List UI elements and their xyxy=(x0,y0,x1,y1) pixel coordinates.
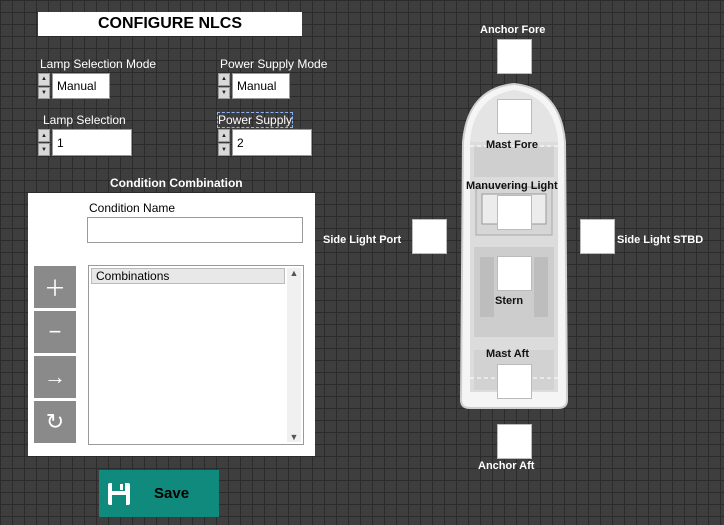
lamp-selection-value[interactable]: 1 xyxy=(52,129,132,156)
manuvering-light[interactable] xyxy=(497,195,532,230)
save-button[interactable]: Save xyxy=(99,470,219,517)
spin-down-icon[interactable]: ▼ xyxy=(218,86,230,99)
power-supply-control[interactable]: ▲ ▼ 2 xyxy=(218,129,312,156)
stern-label: Stern xyxy=(495,295,524,307)
spin-down-icon[interactable]: ▼ xyxy=(38,143,50,156)
scroll-up-icon[interactable]: ▲ xyxy=(290,268,299,278)
lamp-selection-mode-control[interactable]: ▲ ▼ Manual xyxy=(38,73,110,99)
spin-up-icon[interactable]: ▲ xyxy=(218,73,230,86)
combinations-list[interactable]: Combinations ▲ ▼ xyxy=(88,265,304,445)
scroll-down-icon[interactable]: ▼ xyxy=(290,432,299,442)
power-supply-value[interactable]: 2 xyxy=(232,129,312,156)
side-light-stbd-label: Side Light STBD xyxy=(617,234,704,246)
spin-down-icon[interactable]: ▼ xyxy=(218,143,230,156)
condition-name-label: Condition Name xyxy=(89,201,176,215)
lamp-selection-mode-label: Lamp Selection Mode xyxy=(40,57,157,71)
add-button[interactable]: ＋ xyxy=(34,266,76,308)
refresh-icon: ↻ xyxy=(45,409,65,434)
side-light-stbd[interactable] xyxy=(580,219,615,254)
move-button[interactable]: → xyxy=(34,356,76,398)
stern-light[interactable] xyxy=(497,256,532,291)
spin-up-icon[interactable]: ▲ xyxy=(218,129,230,142)
mast-aft-light[interactable] xyxy=(497,364,532,399)
lamp-selection-label: Lamp Selection xyxy=(43,113,126,127)
anchor-aft-light[interactable] xyxy=(497,424,532,459)
anchor-fore-light[interactable] xyxy=(497,39,532,74)
mast-fore-light[interactable] xyxy=(497,99,532,134)
power-supply-mode-label: Power Supply Mode xyxy=(220,57,328,71)
spin-up-icon[interactable]: ▲ xyxy=(38,73,50,86)
remove-button[interactable]: − xyxy=(34,311,76,353)
mast-aft-label: Mast Aft xyxy=(486,348,529,360)
spin-down-icon[interactable]: ▼ xyxy=(38,86,50,99)
save-label: Save xyxy=(154,485,190,502)
refresh-button[interactable]: ↻ xyxy=(34,401,76,443)
minus-icon: − xyxy=(48,319,62,344)
power-supply-mode-value[interactable]: Manual xyxy=(232,73,290,99)
condition-combination-title: Condition Combination xyxy=(110,176,243,190)
combinations-scrollbar[interactable]: ▲ ▼ xyxy=(287,268,301,442)
manuvering-light-label: Manuvering Light xyxy=(466,180,558,192)
condition-name-input[interactable] xyxy=(87,217,303,243)
arrow-right-icon: → xyxy=(44,364,66,389)
floppy-disk-icon xyxy=(108,482,130,505)
side-light-port-label: Side Light Port xyxy=(323,234,402,246)
page-title: CONFIGURE NLCS xyxy=(38,12,302,36)
plus-icon: ＋ xyxy=(43,276,66,301)
lamp-selection-control[interactable]: ▲ ▼ 1 xyxy=(38,129,132,156)
mast-fore-label: Mast Fore xyxy=(486,139,538,151)
combinations-header: Combinations xyxy=(91,268,285,284)
anchor-fore-label: Anchor Fore xyxy=(480,24,546,36)
power-supply-label: Power Supply xyxy=(216,112,294,128)
spin-up-icon[interactable]: ▲ xyxy=(38,129,50,142)
lamp-selection-mode-value[interactable]: Manual xyxy=(52,73,110,99)
side-light-port[interactable] xyxy=(412,219,447,254)
power-supply-mode-control[interactable]: ▲ ▼ Manual xyxy=(218,73,290,99)
anchor-aft-label: Anchor Aft xyxy=(478,460,535,472)
